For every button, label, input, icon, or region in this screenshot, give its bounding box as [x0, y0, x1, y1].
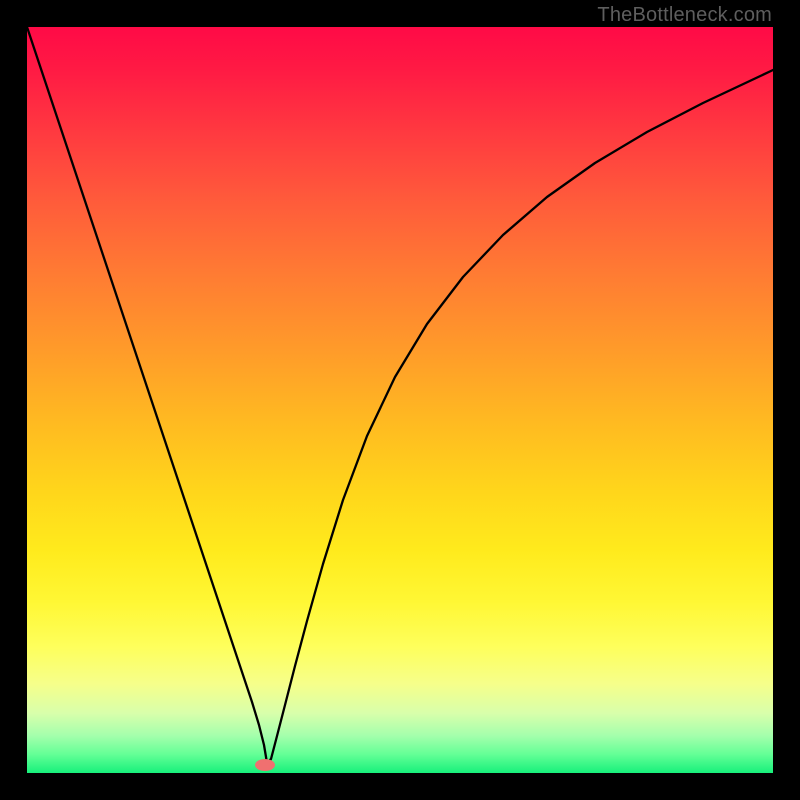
optimal-marker	[255, 759, 275, 771]
watermark-text: TheBottleneck.com	[597, 4, 772, 27]
chart-svg	[27, 27, 773, 773]
chart-plot-area	[27, 27, 773, 773]
bottleneck-curve	[27, 27, 773, 763]
